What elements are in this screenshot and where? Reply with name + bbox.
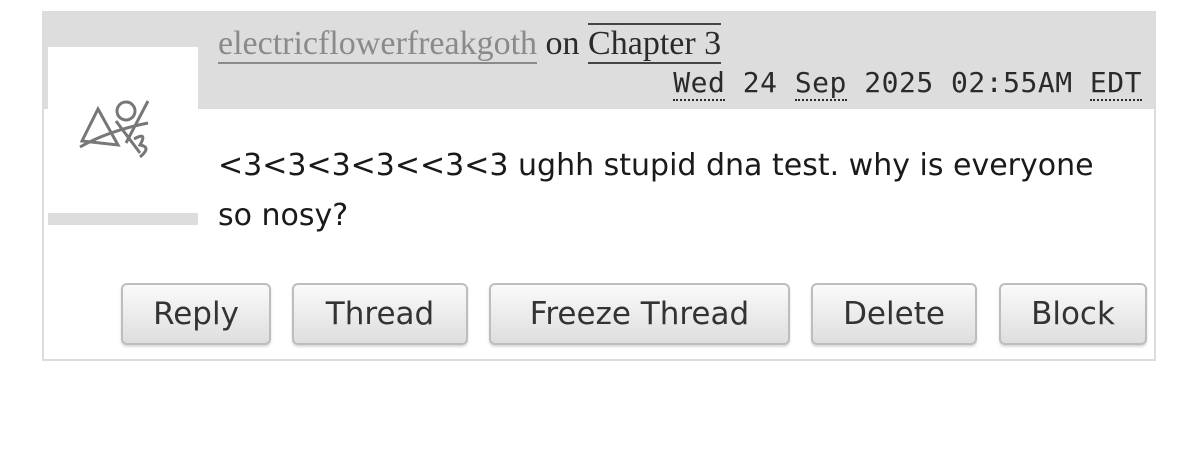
author-link[interactable]: electricflowerfreakgoth	[218, 25, 538, 64]
date-timezone: EDT	[1089, 66, 1142, 101]
delete-button[interactable]: Delete	[811, 283, 977, 345]
comment: electricflowerfreakgoth on Chapter 3 Wed…	[42, 11, 1156, 361]
date-month: Sep	[794, 66, 847, 101]
date-day: 24	[742, 66, 778, 99]
freeze-thread-button[interactable]: Freeze Thread	[489, 283, 790, 345]
comment-actions: Reply Thread Freeze Thread Delete Block	[44, 283, 1154, 347]
reply-button[interactable]: Reply	[121, 283, 271, 345]
heading-connector: on	[545, 25, 580, 62]
avatar[interactable]	[48, 47, 198, 225]
comment-heading: electricflowerfreakgoth on Chapter 3	[218, 23, 722, 64]
date-weekday: Wed	[673, 66, 726, 101]
default-avatar-icon	[79, 100, 150, 159]
thread-button[interactable]: Thread	[292, 283, 468, 345]
comment-text: <3<3<3<3<<3<3 ughh stupid dna test. why …	[218, 148, 1094, 233]
date-time: 02:55AM	[951, 66, 1073, 99]
block-button[interactable]: Block	[999, 283, 1147, 345]
date-year: 2025	[864, 66, 934, 99]
comment-datetime: Wed 24 Sep 2025 02:55AM EDT	[673, 66, 1142, 101]
work-link[interactable]: Chapter 3	[588, 23, 722, 64]
